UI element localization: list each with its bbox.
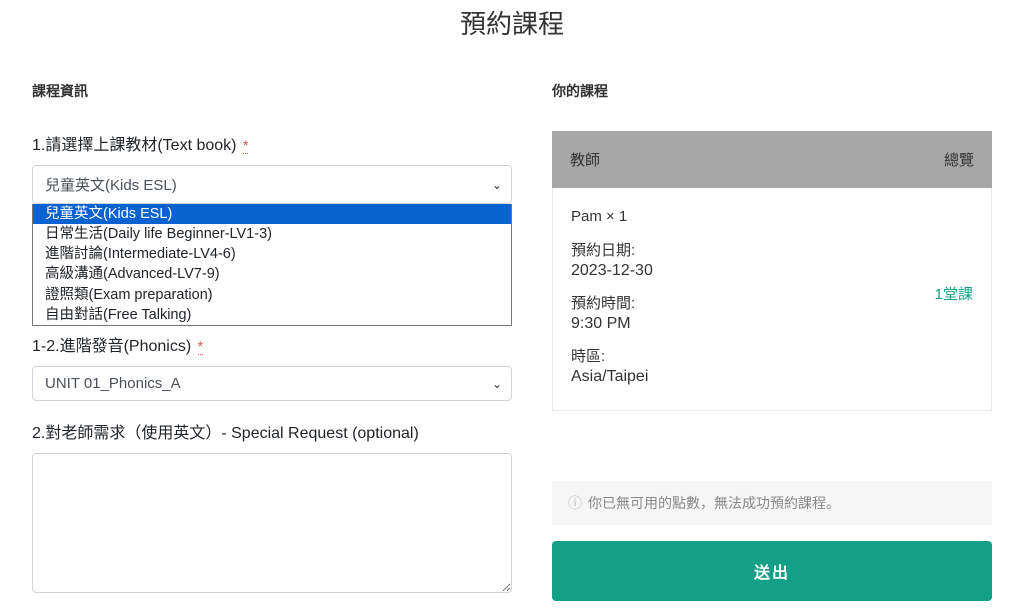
summary-tz-value: Asia/Taipei xyxy=(571,368,973,386)
textbook-dropdown-list: 兒童英文(Kids ESL) 日常生活(Daily life Beginner-… xyxy=(32,204,512,326)
textbook-label: 1.請選擇上課教材(Text book) * xyxy=(32,131,248,155)
info-icon: ⓘ xyxy=(568,493,582,513)
credit-count: 1堂課 xyxy=(935,283,973,304)
your-course-label: 你的課程 xyxy=(552,81,992,101)
required-mark: * xyxy=(243,137,248,154)
page-title: 預約課程 xyxy=(32,4,992,41)
special-request-label: 2.對老師需求（使用英文）- Special Request (optional… xyxy=(32,419,419,443)
summary-date-value: 2023-12-30 xyxy=(571,262,973,280)
textbook-option-2[interactable]: 進階討論(Intermediate-LV4-6) xyxy=(33,244,511,264)
course-info-label: 課程資訊 xyxy=(32,81,512,101)
summary-date-label: 預約日期: xyxy=(571,239,973,260)
textbook-select[interactable]: 兒童英文(Kids ESL) xyxy=(32,165,512,204)
summary-header-overview: 總覽 xyxy=(944,149,974,170)
summary-header: 教師 總覽 xyxy=(552,131,992,188)
required-mark: * xyxy=(198,338,203,355)
textbook-option-5[interactable]: 自由對話(Free Talking) xyxy=(33,305,511,325)
summary-time-label: 預約時間: xyxy=(571,292,973,313)
textbook-option-1[interactable]: 日常生活(Daily life Beginner-LV1-3) xyxy=(33,224,511,244)
notice-text: 你已無可用的點數，無法成功預約課程。 xyxy=(588,493,840,513)
submit-button[interactable]: 送出 xyxy=(552,541,992,601)
textbook-option-4[interactable]: 證照類(Exam preparation) xyxy=(33,285,511,305)
summary-tz-label: 時區: xyxy=(571,345,973,366)
textbook-option-3[interactable]: 高級溝通(Advanced-LV7-9) xyxy=(33,264,511,284)
phonics-select[interactable]: UNIT 01_Phonics_A xyxy=(32,366,512,401)
no-credits-notice: ⓘ 你已無可用的點數，無法成功預約課程。 xyxy=(552,481,992,525)
summary-time-value: 9:30 PM xyxy=(571,315,973,333)
textbook-option-0[interactable]: 兒童英文(Kids ESL) xyxy=(33,204,511,224)
special-request-input[interactable] xyxy=(32,453,512,593)
summary-teacher: Pam × 1 xyxy=(571,206,973,227)
phonics-label: 1-2.進階發音(Phonics) * xyxy=(32,332,203,356)
summary-header-teacher: 教師 xyxy=(570,149,600,170)
summary-body: Pam × 1 預約日期: 2023-12-30 預約時間: 9:30 PM 時… xyxy=(552,188,992,411)
